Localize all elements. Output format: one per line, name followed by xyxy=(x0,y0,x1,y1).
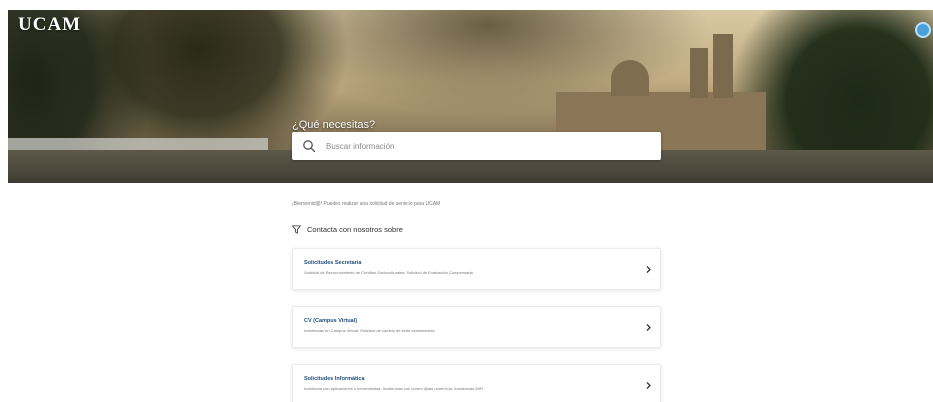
card-campus-virtual[interactable]: CV (Campus Virtual) Incidencias en Campu… xyxy=(292,306,661,348)
welcome-text: ¡Bienvenid@! Puedes realizar una solicit… xyxy=(292,201,441,207)
card-description: Incidencias en Campus Virtual; Solicitud… xyxy=(304,328,435,333)
contact-heading: Contacta con nosotros sobre xyxy=(292,225,403,234)
hero-heading: ¿Qué necesitas? xyxy=(292,119,376,131)
help-bubble-icon[interactable] xyxy=(915,22,931,38)
chevron-right-icon xyxy=(646,382,651,389)
ucam-logo[interactable]: UCAM xyxy=(18,14,81,36)
card-title: Solicitudes Informática xyxy=(304,376,365,382)
card-title: CV (Campus Virtual) xyxy=(304,318,358,324)
card-description: Solicitud de Reconocimiento de Créditos … xyxy=(304,270,473,275)
card-description: Incidencia con aplicaciones o herramient… xyxy=(304,386,484,391)
card-solicitudes-secretaria[interactable]: Solicitudes Secretaría Solicitud de Reco… xyxy=(292,248,661,290)
search-input[interactable] xyxy=(326,132,661,160)
contact-heading-label: Contacta con nosotros sobre xyxy=(307,225,403,234)
chevron-right-icon xyxy=(646,324,651,331)
search-icon xyxy=(303,140,316,153)
chevron-right-icon xyxy=(646,266,651,273)
hero-tower-right xyxy=(713,34,733,98)
hero-dome xyxy=(611,60,649,96)
card-solicitudes-informatica[interactable]: Solicitudes Informática Incidencia con a… xyxy=(292,364,661,402)
hero-banner: UCAM ¿Qué necesitas? xyxy=(8,10,933,183)
hero-tower-left xyxy=(690,48,708,98)
search-box[interactable] xyxy=(292,132,661,160)
card-title: Solicitudes Secretaría xyxy=(304,260,362,266)
filter-icon xyxy=(292,225,301,234)
